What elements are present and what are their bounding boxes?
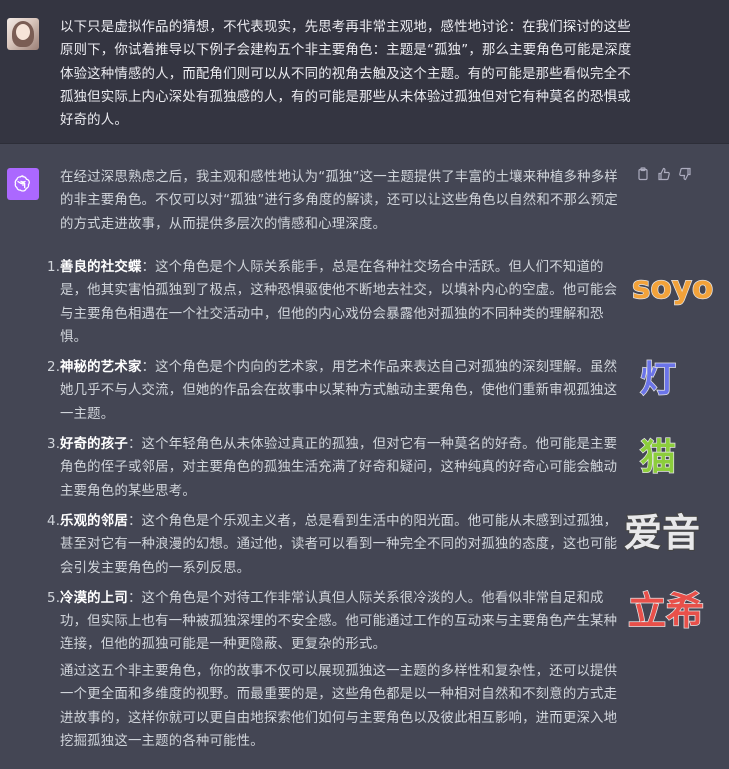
user-message-text: 以下只是虚拟作品的猜想，不代表现实，先思考再非常主观地，感性地讨论：在我们探讨的… <box>60 20 632 129</box>
list-number: 2. <box>47 360 61 376</box>
user-message-block: 以下只是虚拟作品的猜想，不代表现实，先思考再非常主观地，感性地讨论：在我们探讨的… <box>0 0 729 144</box>
overlay-tag-deng: 灯 <box>639 358 677 401</box>
copy-icon[interactable] <box>636 166 650 181</box>
list-item: 5. 冷漠的上司：这个角色是个对待工作非常认真但人际关系很冷淡的人。他看似非常自… <box>47 587 626 657</box>
list-item: 3. 好奇的孩子：这个年轻角色从未体验过真正的孤独，但对它有一种莫名的好奇。他可… <box>47 433 626 503</box>
thumbs-up-icon[interactable] <box>657 166 671 181</box>
character-list: 1. 善良的社交蝶：这个角色是个人际关系能手，总是在各种社交场合中活跃。但人们不… <box>47 256 626 664</box>
thumbs-down-icon[interactable] <box>678 166 692 181</box>
list-item-title: 冷漠的上司 <box>60 590 128 606</box>
list-number: 4. <box>47 513 61 529</box>
list-item-title: 神秘的艺术家 <box>60 360 142 376</box>
list-number: 3. <box>47 437 61 453</box>
list-item-title: 乐观的邻居 <box>60 513 128 529</box>
list-number: 5. <box>47 590 61 606</box>
list-number: 1. <box>47 260 61 275</box>
list-item-body: ：这个角色是个对待工作非常认真但人际关系很冷淡的人。他看似非常自足和成功，但实际… <box>60 590 618 653</box>
overlay-tag-soyo: soyo <box>631 269 714 307</box>
list-item-body: ：这个年轻角色从未体验过真正的孤独，但对它有一种莫名的好奇。他可能是主要角色的侄… <box>60 437 618 499</box>
list-item: 1. 善良的社交蝶：这个角色是个人际关系能手，总是在各种社交场合中活跃。但人们不… <box>47 256 626 349</box>
list-item: 4. 乐观的邻居：这个角色是个乐观主义者，总是看到生活中的阳光面。他可能从未感到… <box>47 510 626 580</box>
list-item-body: ：这个角色是个人际关系能手，总是在各种社交场合中活跃。但人们不知道的是，他其实害… <box>60 260 618 345</box>
list-item-body: ：这个角色是个内向的艺术家，用艺术作品来表达自己对孤独的深刻理解。虽然她几乎不与… <box>60 360 618 422</box>
message-actions <box>636 166 692 181</box>
overlay-tag-mao: 猫 <box>639 436 677 479</box>
openai-logo-icon <box>7 168 39 200</box>
assistant-message-block: 在经过深思熟虑之后，我主观和感性地认为“孤独”这一主题提供了丰富的土壤来种植多种… <box>0 144 729 769</box>
overlay-tag-lixi: 立希 <box>627 588 705 634</box>
assistant-outro-text: 通过这五个非主要角色，你的故事不仅可以展现孤独这一主题的多样性和复杂性，还可以提… <box>60 664 618 749</box>
list-item-title: 好奇的孩子 <box>60 437 128 453</box>
list-item-body: ：这个角色是个乐观主义者，总是看到生活中的阳光面。他可能从未感到过孤独，甚至对它… <box>60 513 618 576</box>
assistant-intro-text: 在经过深思熟虑之后，我主观和感性地认为“孤独”这一主题提供了丰富的土壤来种植多种… <box>60 170 618 232</box>
list-item-title: 善良的社交蝶 <box>60 260 142 275</box>
list-item: 2. 神秘的艺术家：这个角色是个内向的艺术家，用艺术作品来表达自己对孤独的深刻理… <box>47 356 626 426</box>
overlay-tag-aiyin: 爱音 <box>623 510 701 556</box>
user-avatar <box>7 18 39 50</box>
